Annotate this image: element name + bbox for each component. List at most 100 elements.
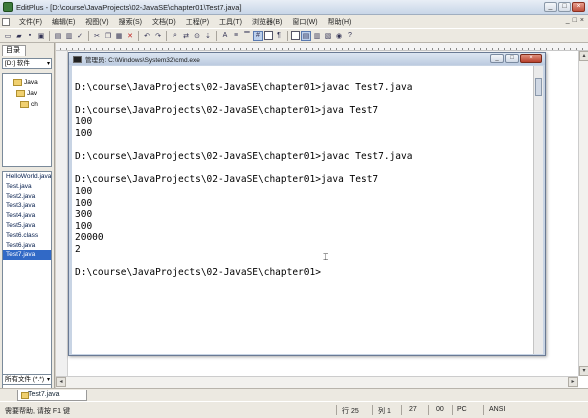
java-file-icon: [21, 392, 29, 399]
file-filter-select[interactable]: 所有文件 (*.*) ▾: [2, 374, 52, 385]
cmd-window-title: 管理员: C:\Windows\System32\cmd.exe: [85, 57, 200, 64]
cliptext-icon[interactable]: ▧: [323, 31, 333, 41]
menu-edit[interactable]: 编辑(E): [47, 17, 80, 27]
save-all-icon[interactable]: ▣: [36, 31, 46, 41]
maximize-button[interactable]: □: [558, 2, 571, 12]
file-item-selected[interactable]: Test7.java: [3, 250, 51, 261]
editor-vertical-scrollbar[interactable]: ▴ ▾: [578, 51, 588, 376]
doc-tab-label: Test7.java: [28, 391, 60, 398]
file-filter-value: 所有文件 (*.*): [5, 376, 44, 383]
font-icon[interactable]: A: [220, 31, 230, 41]
word-wrap-icon[interactable]: ≡: [231, 31, 241, 41]
cmd-minimize-button[interactable]: _: [490, 54, 504, 63]
find-next-icon[interactable]: ⇣: [203, 31, 213, 41]
minimize-button[interactable]: _: [544, 2, 557, 12]
console-line: D:\course\JavaProjects\02-JavaSE\chapter…: [75, 81, 413, 93]
delete-icon[interactable]: ✕: [125, 31, 135, 41]
console-line: 100: [75, 185, 93, 197]
folder-item[interactable]: ch: [20, 101, 38, 108]
goto-icon[interactable]: ⊙: [192, 31, 202, 41]
menu-browser[interactable]: 浏览器(B): [247, 17, 287, 27]
file-item[interactable]: Test3.java: [3, 201, 51, 211]
editplus-app-icon: [3, 2, 13, 12]
folder-tree[interactable]: Java Jav ch: [2, 73, 52, 167]
scroll-right-icon[interactable]: ▸: [568, 377, 578, 387]
cmd-maximize-button[interactable]: □: [505, 54, 519, 63]
file-item[interactable]: Test.java: [3, 182, 51, 192]
spell-check-icon[interactable]: ✓: [75, 31, 85, 41]
whitespace-icon[interactable]: ¶: [274, 31, 284, 41]
fullscreen-icon[interactable]: [291, 31, 300, 40]
menu-view[interactable]: 视图(V): [80, 17, 113, 27]
copy-icon[interactable]: ❐: [103, 31, 113, 41]
file-item[interactable]: Test6.class: [3, 231, 51, 241]
doc-minimize-button[interactable]: _: [566, 17, 570, 24]
tab-test7-java[interactable]: Test7.java: [17, 390, 87, 401]
drive-select[interactable]: [D:] 软件 ▾: [2, 58, 52, 69]
cmd-title-bar[interactable]: 管理员: C:\Windows\System32\cmd.exe _ □ ×: [69, 53, 545, 65]
file-item[interactable]: Test2.java: [3, 192, 51, 202]
cmd-close-button[interactable]: ×: [520, 54, 542, 63]
menu-window[interactable]: 窗口(W): [287, 17, 322, 27]
chevron-down-icon: ▾: [46, 377, 50, 383]
print-icon[interactable]: ▤: [53, 31, 63, 41]
console-line: D:\course\JavaProjects\02-JavaSE\chapter…: [75, 151, 413, 163]
folder-item[interactable]: Jav: [16, 90, 37, 97]
save-icon[interactable]: ▪: [25, 31, 35, 41]
tab-directory[interactable]: 目录: [2, 45, 26, 56]
console-output[interactable]: D:\course\JavaProjects\02-JavaSE\chapter…: [72, 66, 533, 354]
menu-bar: 文件(F) 编辑(E) 视图(V) 搜索(S) 文档(D) 工程(P) 工具(T…: [0, 15, 588, 28]
close-button[interactable]: ×: [572, 2, 585, 12]
menu-search[interactable]: 搜索(S): [114, 17, 147, 27]
column-select-icon[interactable]: [264, 31, 273, 40]
help-icon[interactable]: ?: [345, 31, 355, 41]
replace-icon[interactable]: ⇄: [181, 31, 191, 41]
undo-icon[interactable]: ↶: [142, 31, 152, 41]
folder-item[interactable]: Java: [13, 79, 38, 86]
scrollbar-thumb[interactable]: [535, 78, 542, 96]
menu-help[interactable]: 帮助(H): [323, 17, 357, 27]
file-item[interactable]: Test4.java: [3, 211, 51, 221]
new-file-icon[interactable]: ▭: [3, 31, 13, 41]
document-window-controls: _ □ ×: [566, 17, 584, 24]
toolbar-separator: [216, 30, 217, 41]
console-line: 100: [75, 220, 93, 232]
text-cursor-icon: ⌶: [323, 252, 329, 262]
document-icon[interactable]: [2, 17, 10, 26]
console-line: D:\course\JavaProjects\02-JavaSE\chapter…: [75, 267, 321, 279]
editor-horizontal-scrollbar[interactable]: ◂ ▸: [56, 376, 578, 388]
browser-icon[interactable]: ◉: [334, 31, 344, 41]
directory-window-icon[interactable]: ▤: [301, 30, 311, 41]
scroll-down-icon[interactable]: ▾: [579, 366, 588, 376]
scroll-left-icon[interactable]: ◂: [56, 377, 66, 387]
menu-file[interactable]: 文件(F): [14, 17, 47, 27]
line-number-icon[interactable]: #: [253, 30, 263, 41]
status-encoding: ANSI: [489, 406, 506, 413]
toolbar-separator: [287, 30, 288, 41]
cut-icon[interactable]: ✂: [92, 31, 102, 41]
scroll-up-icon[interactable]: ▴: [579, 51, 588, 61]
file-item[interactable]: Test6.java: [3, 241, 51, 251]
cmd-vertical-scrollbar[interactable]: [533, 66, 543, 354]
doc-restore-button[interactable]: □: [573, 17, 577, 24]
drive-select-value: [D:] 软件: [5, 60, 30, 67]
redo-icon[interactable]: ↷: [153, 31, 163, 41]
find-icon[interactable]: ⌕: [170, 31, 180, 41]
status-divider: [336, 405, 337, 415]
open-file-icon[interactable]: ▰: [14, 31, 24, 41]
menu-document[interactable]: 文档(D): [147, 17, 181, 27]
output-window-icon[interactable]: ▥: [312, 31, 322, 41]
ruler-icon[interactable]: ▔: [242, 31, 252, 41]
cmd-window[interactable]: 管理员: C:\Windows\System32\cmd.exe _ □ × D…: [68, 52, 546, 356]
menu-project[interactable]: 工程(P): [181, 17, 214, 27]
file-item[interactable]: Test5.java: [3, 221, 51, 231]
menu-tools[interactable]: 工具(T): [214, 17, 247, 27]
print-preview-icon[interactable]: ▥: [64, 31, 74, 41]
console-line: 100: [75, 197, 93, 209]
doc-close-button[interactable]: ×: [580, 17, 584, 24]
paste-icon[interactable]: ▦: [114, 31, 124, 41]
status-bar: 需要帮助, 请按 F1 键 行 25 列 1 27 00 PC ANSI: [0, 401, 588, 418]
file-item[interactable]: HelloWorld.java: [3, 172, 51, 182]
toolbar-separator: [49, 30, 50, 41]
